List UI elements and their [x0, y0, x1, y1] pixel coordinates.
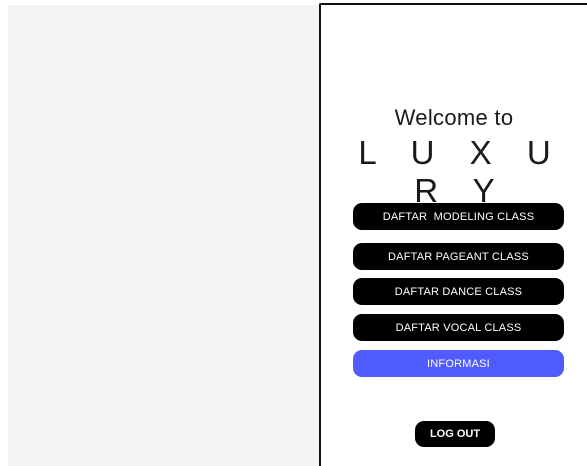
app-screen: Welcome to L U X U R Y DAFTAR MODELING C… — [319, 3, 587, 466]
logout-button[interactable]: LOG OUT — [415, 421, 495, 447]
modeling-class-button[interactable]: DAFTAR MODELING CLASS — [353, 203, 564, 230]
vocal-class-button[interactable]: DAFTAR VOCAL CLASS — [353, 314, 564, 341]
pageant-class-button[interactable]: DAFTAR PAGEANT CLASS — [353, 243, 564, 270]
welcome-heading: Welcome to — [394, 105, 514, 130]
screen: Welcome to L U X U R Y DAFTAR MODELING C… — [0, 0, 587, 466]
empty-canvas-panel — [8, 5, 319, 466]
dance-class-button[interactable]: DAFTAR DANCE CLASS — [353, 278, 564, 305]
brand-title: L U X U R Y — [358, 134, 564, 209]
informasi-button[interactable]: INFORMASI — [353, 350, 564, 377]
